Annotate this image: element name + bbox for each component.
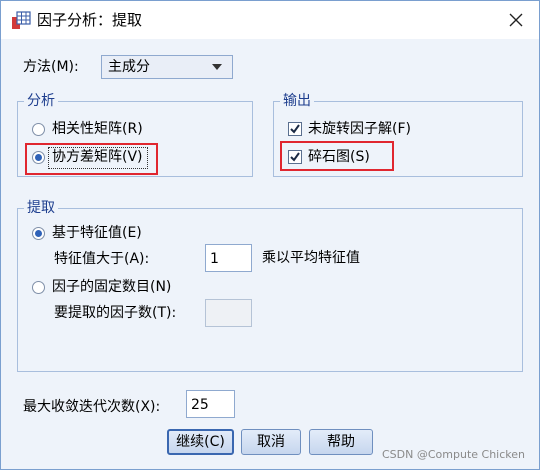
checkmark-icon: [290, 124, 300, 134]
factor-extraction-dialog: 因子分析：提取 方法(M): 主成分 分析 相关性矩阵(R) 协方差矩阵(V): [0, 0, 540, 470]
dropdown-arrow-icon: [212, 64, 222, 70]
checkbox-unrotated-solution[interactable]: [288, 122, 302, 136]
dialog-content: 方法(M): 主成分 分析 相关性矩阵(R) 协方差矩阵(V) 输出 未旋转因子…: [1, 39, 539, 469]
max-iterations-input[interactable]: 25: [186, 390, 235, 418]
analyze-group-title: 分析: [24, 91, 58, 111]
continue-button[interactable]: 继续(C): [167, 429, 234, 455]
radio-based-on-eigenvalue[interactable]: [32, 227, 45, 240]
eigenvalue-suffix-label: 乘以平均特征值: [262, 250, 360, 266]
eigenvalue-input[interactable]: 1: [205, 244, 252, 272]
cancel-button[interactable]: 取消: [241, 429, 301, 455]
highlight-box-covariance: [25, 143, 158, 175]
factors-to-extract-input[interactable]: [205, 299, 252, 327]
method-label: 方法(M):: [23, 59, 79, 75]
help-button[interactable]: 帮助: [309, 429, 373, 455]
output-group-title: 输出: [280, 91, 314, 111]
max-iterations-label: 最大收敛迭代次数(X):: [23, 399, 161, 415]
radio-correlation-matrix[interactable]: [32, 123, 45, 136]
close-icon: [509, 13, 523, 27]
title-bar: 因子分析：提取: [1, 1, 539, 39]
correlation-matrix-label[interactable]: 相关性矩阵(R): [52, 119, 143, 139]
method-select[interactable]: 主成分: [101, 55, 233, 79]
factors-to-extract-label: 要提取的因子数(T):: [54, 305, 177, 321]
eigenvalue-greater-label: 特征值大于(A):: [54, 251, 150, 267]
close-button[interactable]: [499, 5, 533, 35]
fixed-number-factors-label[interactable]: 因子的固定数目(N): [52, 277, 171, 297]
max-iterations-value: 25: [191, 397, 209, 413]
extract-group-title: 提取: [24, 198, 58, 218]
window-title: 因子分析：提取: [37, 11, 143, 29]
based-on-eigenvalue-label[interactable]: 基于特征值(E): [52, 223, 142, 243]
method-select-value: 主成分: [108, 59, 150, 75]
extract-group: 提取 基于特征值(E) 特征值大于(A): 1 乘以平均特征值 因子的固定数目(…: [17, 198, 523, 372]
watermark-text: CSDN @Compute Chicken: [382, 448, 525, 461]
highlight-box-scree-plot: [280, 141, 394, 171]
spss-app-icon: [12, 11, 31, 29]
radio-fixed-number-factors[interactable]: [32, 281, 45, 294]
eigenvalue-input-value: 1: [210, 251, 219, 267]
unrotated-solution-label[interactable]: 未旋转因子解(F): [308, 119, 411, 139]
